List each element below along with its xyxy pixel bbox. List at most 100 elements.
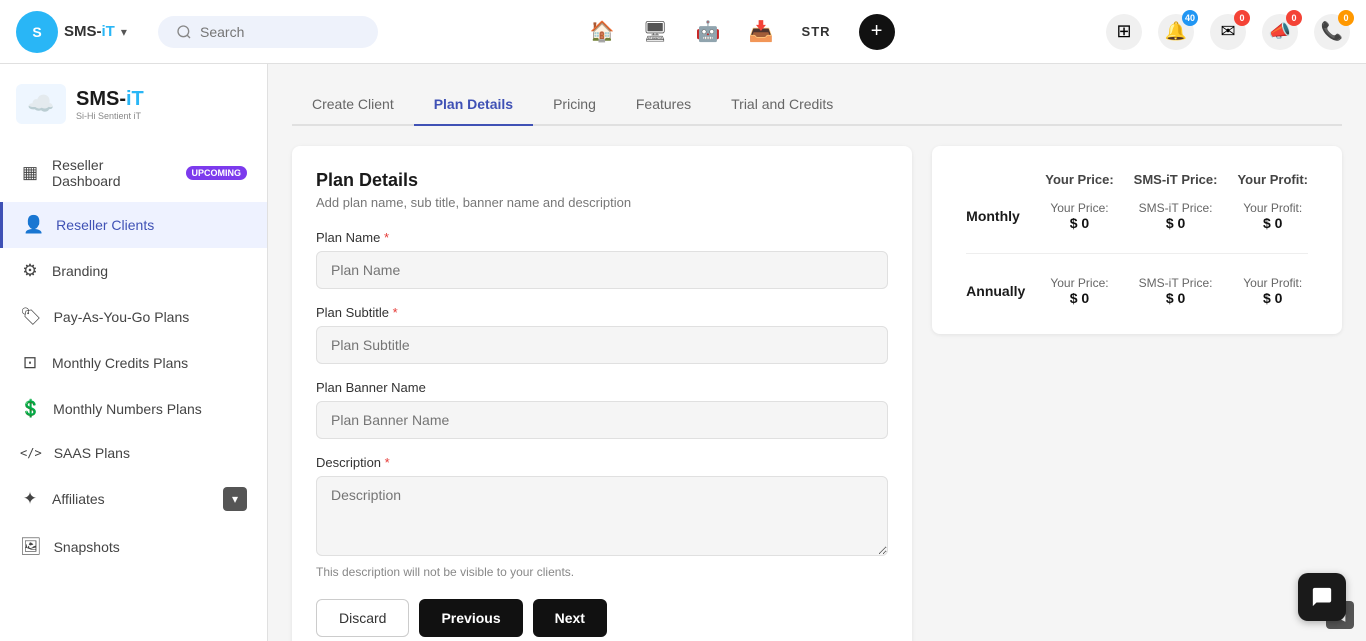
required-marker: * xyxy=(393,305,398,320)
pricing-panel: Your Price: SMS-iT Price: Your Profit: M… xyxy=(932,146,1342,334)
plan-name-group: Plan Name * xyxy=(316,230,888,289)
sidebar-logo: ☁️ SMS-iT Si-Hi Sentient iT xyxy=(0,64,267,136)
inbox-icon[interactable]: 📥 xyxy=(749,19,774,44)
sidebar-item-pay-as-you-go[interactable]: 🏷 Pay-As-You-Go Plans xyxy=(0,294,267,340)
pricing-table: Your Price: SMS-iT Price: Your Profit: M… xyxy=(956,166,1318,314)
monthly-your-profit: Your Profit: $ 0 xyxy=(1227,193,1318,239)
bell-badge: 40 xyxy=(1182,10,1198,26)
megaphone-badge: 0 xyxy=(1286,10,1302,26)
sidebar-item-label: Reseller Dashboard xyxy=(52,157,174,189)
tab-pricing[interactable]: Pricing xyxy=(533,84,616,126)
nav-right-icons: ⊞ 🔔 40 ✉ 0 📣 0 📞 0 xyxy=(1106,14,1350,50)
description-group: Description * This description will not … xyxy=(316,455,888,579)
payg-icon: 🏷 xyxy=(20,307,42,327)
monthly-numbers-icon: 💲 xyxy=(20,399,41,419)
megaphone-icon-wrap[interactable]: 📣 0 xyxy=(1262,14,1298,50)
search-bar[interactable] xyxy=(158,16,378,48)
col-header-your-profit: Your Profit: xyxy=(1227,166,1318,193)
page-tabs: Create Client Plan Details Pricing Featu… xyxy=(292,84,1342,126)
brand-chevron-icon: ▾ xyxy=(121,25,127,39)
chat-button[interactable] xyxy=(1298,573,1346,621)
brand-name: SMS-iT xyxy=(64,23,115,40)
tab-trial-and-credits[interactable]: Trial and Credits xyxy=(711,84,853,126)
sidebar-item-monthly-credits[interactable]: ⊡ Monthly Credits Plans xyxy=(0,340,267,386)
affiliates-icon: ✦ xyxy=(20,489,40,509)
clients-icon: 👤 xyxy=(23,215,44,235)
sidebar-item-saas-plans[interactable]: </> SAAS Plans xyxy=(0,432,267,474)
sidebar-item-branding[interactable]: ⚙ Branding xyxy=(0,248,267,294)
annually-label: Annually xyxy=(956,268,1035,314)
sidebar-nav: ▦ Reseller Dashboard UPCOMING 👤 Reseller… xyxy=(0,136,267,578)
required-marker: * xyxy=(384,230,389,245)
pricing-row-annually: Annually Your Price: $ 0 SMS-iT Price: $… xyxy=(956,268,1318,314)
chat-icon xyxy=(1311,586,1333,608)
annually-your-profit: Your Profit: $ 0 xyxy=(1227,268,1318,314)
monthly-your-price: Your Price: $ 0 xyxy=(1035,193,1123,239)
plan-details-layout: Plan Details Add plan name, sub title, b… xyxy=(292,146,1342,641)
search-icon xyxy=(176,24,192,40)
col-header-your-price: Your Price: xyxy=(1035,166,1123,193)
robot-icon[interactable]: 🤖 xyxy=(696,19,721,44)
bell-icon-wrap[interactable]: 🔔 40 xyxy=(1158,14,1194,50)
phone-icon-wrap[interactable]: 📞 0 xyxy=(1314,14,1350,50)
mail-badge: 0 xyxy=(1234,10,1250,26)
plan-form-card: Plan Details Add plan name, sub title, b… xyxy=(292,146,912,641)
str-button[interactable]: STR xyxy=(802,24,831,39)
sidebar-item-monthly-numbers[interactable]: 💲 Monthly Numbers Plans xyxy=(0,386,267,432)
description-textarea[interactable] xyxy=(316,476,888,556)
sidebar-item-label: SAAS Plans xyxy=(54,445,247,461)
annually-your-price-value: $ 0 xyxy=(1045,290,1113,306)
monitor-icon[interactable]: 🖥 xyxy=(642,19,667,44)
brand-logo-area[interactable]: S SMS-iT ▾ xyxy=(16,11,146,53)
dashboard-icon: ▦ xyxy=(20,163,40,183)
monthly-label: Monthly xyxy=(956,193,1035,239)
tab-create-client[interactable]: Create Client xyxy=(292,84,414,126)
description-label: Description * xyxy=(316,455,888,470)
plan-banner-input[interactable] xyxy=(316,401,888,439)
plan-subtitle-input[interactable] xyxy=(316,326,888,364)
sidebar-item-affiliates[interactable]: ✦ Affiliates ▾ xyxy=(0,474,267,524)
upcoming-badge: UPCOMING xyxy=(186,166,248,180)
add-button[interactable]: + xyxy=(859,14,895,50)
plan-name-input[interactable] xyxy=(316,251,888,289)
sidebar-item-label: Snapshots xyxy=(54,539,247,555)
next-button[interactable]: Next xyxy=(533,599,607,637)
sidebar-item-snapshots[interactable]: 🖼 Snapshots xyxy=(0,524,267,570)
annually-smsit-price-value: $ 0 xyxy=(1134,290,1218,306)
annually-your-price: Your Price: $ 0 xyxy=(1035,268,1123,314)
sidebar-logo-icon: ☁️ xyxy=(16,84,66,124)
monthly-smsit-price: SMS-iT Price: $ 0 xyxy=(1124,193,1228,239)
mail-icon-wrap[interactable]: ✉ 0 xyxy=(1210,14,1246,50)
main-layout: ☁️ SMS-iT Si-Hi Sentient iT ▦ Reseller D… xyxy=(0,64,1366,641)
plan-subtitle-label: Plan Subtitle * xyxy=(316,305,888,320)
form-actions: Discard Previous Next xyxy=(316,599,888,637)
sidebar-item-reseller-dashboard[interactable]: ▦ Reseller Dashboard UPCOMING xyxy=(0,144,267,202)
saas-icon: </> xyxy=(20,446,42,460)
plan-details-title: Plan Details xyxy=(316,170,888,191)
sidebar-item-reseller-clients[interactable]: 👤 Reseller Clients xyxy=(0,202,267,248)
search-input[interactable] xyxy=(200,24,360,40)
tab-plan-details[interactable]: Plan Details xyxy=(414,84,533,126)
sidebar-item-label: Branding xyxy=(52,263,247,279)
previous-button[interactable]: Previous xyxy=(419,599,522,637)
grid-icon-wrap[interactable]: ⊞ xyxy=(1106,14,1142,50)
discard-button[interactable]: Discard xyxy=(316,599,409,637)
plan-name-label: Plan Name * xyxy=(316,230,888,245)
monthly-credits-icon: ⊡ xyxy=(20,353,40,373)
top-navigation: S SMS-iT ▾ 🏠 🖥 🤖 📥 STR + ⊞ 🔔 40 ✉ 0 📣 0 xyxy=(0,0,1366,64)
col-header-smsit-price: SMS-iT Price: xyxy=(1124,166,1228,193)
monthly-profit-value: $ 0 xyxy=(1237,215,1308,231)
sidebar: ☁️ SMS-iT Si-Hi Sentient iT ▦ Reseller D… xyxy=(0,64,268,641)
col-header-empty xyxy=(956,166,1035,193)
home-icon[interactable]: 🏠 xyxy=(589,19,614,44)
sidebar-logo-sub: Si-Hi Sentient iT xyxy=(76,111,144,121)
annually-profit-value: $ 0 xyxy=(1237,290,1308,306)
grid-icon: ⊞ xyxy=(1106,14,1142,50)
snapshots-icon: 🖼 xyxy=(20,537,42,557)
nav-center-icons: 🏠 🖥 🤖 📥 STR + xyxy=(390,14,1094,50)
monthly-your-price-value: $ 0 xyxy=(1045,215,1113,231)
sidebar-item-label: Monthly Credits Plans xyxy=(52,355,247,371)
annually-smsit-price: SMS-iT Price: $ 0 xyxy=(1124,268,1228,314)
plan-banner-label: Plan Banner Name xyxy=(316,380,888,395)
tab-features[interactable]: Features xyxy=(616,84,711,126)
